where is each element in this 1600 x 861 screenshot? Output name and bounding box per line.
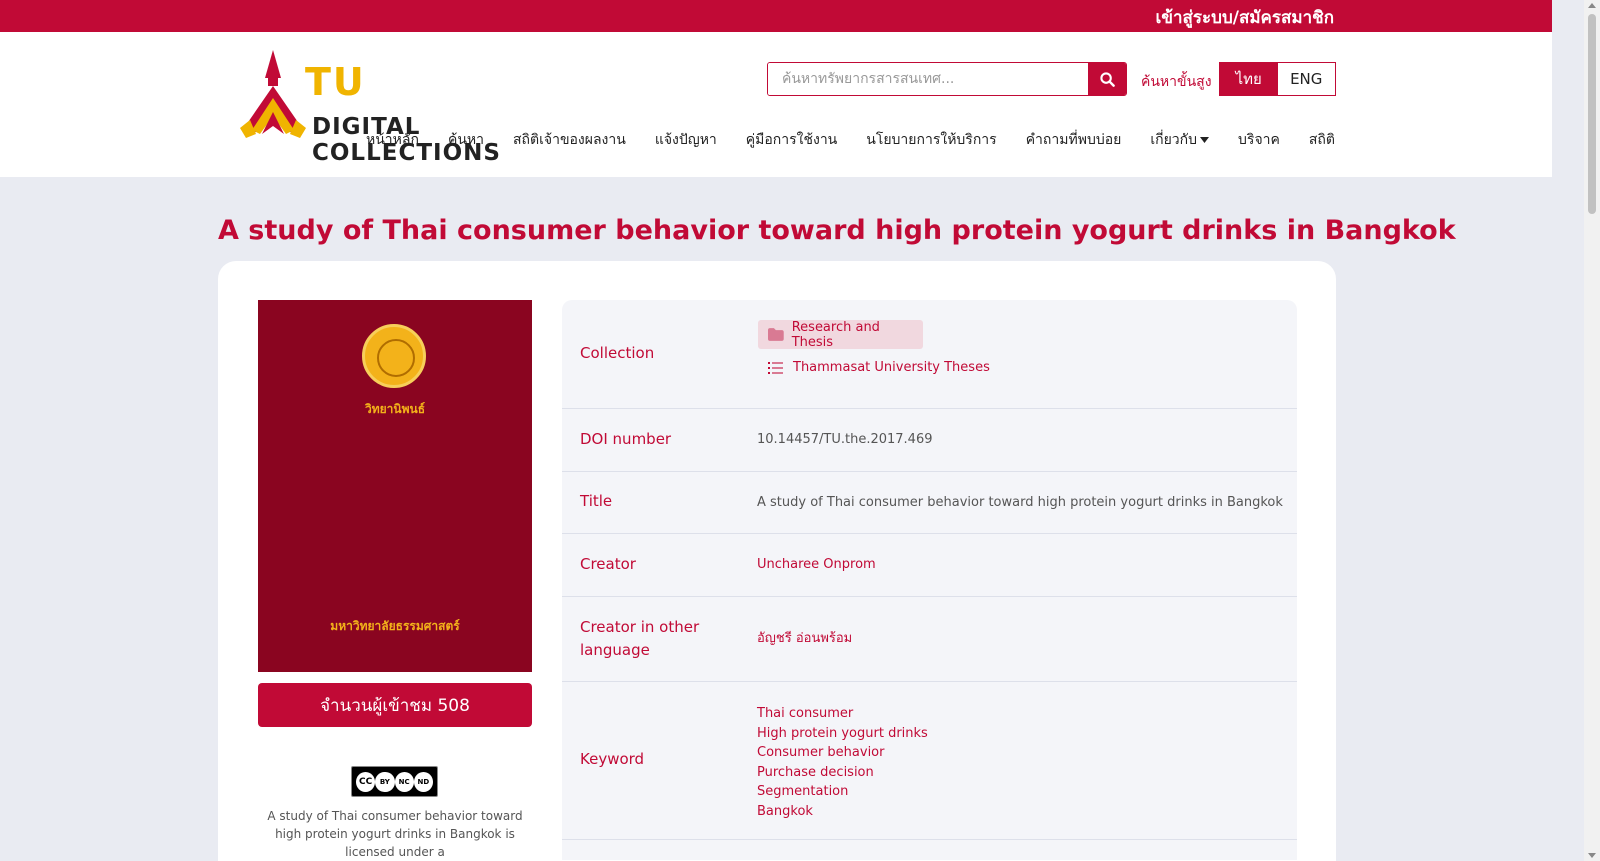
cc-nc-icon: NC	[394, 771, 414, 792]
search-input[interactable]	[768, 63, 1089, 95]
folder-icon	[768, 328, 784, 341]
metadata-label: Keyword	[580, 750, 645, 768]
nav-item-about[interactable]: เกี่ยวกับ	[1150, 129, 1210, 151]
site-logo[interactable]: TU DIGITAL COLLECTIONS	[240, 50, 570, 166]
metadata-label: Collection	[580, 344, 655, 362]
main-nav: หน้าหลัก ค้นหา สถิติเจ้าของผลงาน แจ้งปัญ…	[337, 129, 1335, 151]
list-icon	[768, 361, 783, 374]
keyword-link[interactable]: Thai consumer	[757, 704, 928, 724]
search-box	[767, 62, 1127, 96]
caret-down-icon	[1200, 137, 1210, 143]
university-seal-icon	[362, 324, 426, 388]
keyword-link[interactable]: Consumer behavior	[757, 743, 928, 763]
metadata-row-title: Title A study of Thai consumer behavior …	[562, 472, 1297, 534]
advanced-search-link[interactable]: ค้นหาขั้นสูง	[1141, 71, 1212, 93]
metadata-row-creator: Creator Uncharee Onprom	[562, 534, 1297, 597]
logo-tu-text: TU	[305, 60, 366, 104]
community-label: Research and Thesis	[791, 319, 880, 350]
scrollbar-thumb[interactable]	[1588, 14, 1596, 214]
keyword-link[interactable]: Purchase decision	[757, 763, 928, 783]
nav-item-owner-stats[interactable]: สถิติเจ้าของผลงาน	[513, 129, 626, 151]
cover-thesis-label: วิทยานิพนธ์	[364, 402, 426, 416]
tu-emblem-icon	[240, 50, 306, 138]
creative-commons-badge[interactable]: CC BY NC ND	[351, 766, 438, 797]
nav-item-home[interactable]: หน้าหลัก	[366, 129, 419, 151]
cover-university-label: มหาวิทยาลัยธรรมศาสตร์	[330, 619, 460, 633]
metadata-label: Title	[580, 492, 613, 510]
login-register-link[interactable]: เข้าสู่ระบบ/สมัครสมาชิก	[1156, 4, 1334, 31]
cc-nd-icon: ND	[413, 771, 433, 792]
cc-icon: CC	[356, 771, 376, 792]
collection-label: Thammasat University Theses	[793, 360, 990, 375]
metadata-label: DOI number	[580, 430, 672, 448]
keyword-list: Thai consumer High protein yogurt drinks…	[757, 704, 928, 822]
top-bar: เข้าสู่ระบบ/สมัครสมาชิก	[0, 0, 1552, 32]
keyword-link[interactable]: High protein yogurt drinks	[757, 724, 928, 744]
metadata-row-keyword: Keyword Thai consumer High protein yogur…	[562, 682, 1297, 840]
title-value: A study of Thai consumer behavior toward…	[757, 495, 1283, 510]
lang-thai-button[interactable]: ไทย	[1220, 63, 1278, 95]
metadata-label: Creator in other language	[580, 618, 700, 659]
scroll-up-icon[interactable]	[1588, 3, 1596, 8]
search-button[interactable]	[1088, 63, 1126, 95]
view-count-badge: จำนวนผู้เข้าชม 508	[258, 683, 532, 727]
metadata-row-collection: Collection Research and Thesis Thammasat…	[562, 300, 1297, 409]
doi-value: 10.14457/TU.the.2017.469	[757, 432, 933, 447]
metadata-row-creator-other: Creator in other language อัญชรี อ่อนพร้…	[562, 597, 1297, 682]
nav-item-manual[interactable]: คู่มือการใช้งาน	[746, 129, 837, 151]
creator-link[interactable]: Uncharee Onprom	[757, 555, 876, 575]
page-scrollbar[interactable]	[1584, 0, 1600, 861]
nav-item-donate[interactable]: บริจาค	[1238, 129, 1280, 151]
keyword-link[interactable]: Bangkok	[757, 802, 928, 822]
site-header: TU DIGITAL COLLECTIONS ค้นหาขั้นสูง ไทย …	[0, 32, 1552, 177]
keyword-link[interactable]: Segmentation	[757, 782, 928, 802]
thesis-cover-image[interactable]: วิทยานิพนธ์ มหาวิทยาลัยธรรมศาสตร์	[258, 300, 532, 672]
page-title: A study of Thai consumer behavior toward…	[218, 215, 1456, 246]
nav-item-statistics[interactable]: สถิติ	[1309, 129, 1335, 151]
cc-by-icon: BY	[375, 771, 395, 792]
creator-other-link[interactable]: อัญชรี อ่อนพร้อม	[757, 629, 852, 649]
scroll-down-icon[interactable]	[1588, 853, 1596, 858]
license-text: A study of Thai consumer behavior toward…	[267, 809, 523, 859]
community-link[interactable]: Research and Thesis	[758, 319, 923, 350]
nav-item-about-label: เกี่ยวกับ	[1150, 132, 1198, 148]
collection-link[interactable]: Thammasat University Theses	[768, 360, 990, 375]
search-icon	[1099, 71, 1115, 87]
nav-item-report-problem[interactable]: แจ้งปัญหา	[655, 129, 717, 151]
language-switcher: ไทย ENG	[1219, 62, 1336, 96]
nav-item-faq[interactable]: คำถามที่พบบ่อย	[1026, 129, 1122, 151]
metadata-row-doi: DOI number 10.14457/TU.the.2017.469	[562, 409, 1297, 472]
metadata-table: Collection Research and Thesis Thammasat…	[562, 300, 1297, 860]
nav-item-search[interactable]: ค้นหา	[448, 129, 484, 151]
metadata-label: Creator	[580, 555, 636, 573]
nav-item-policy[interactable]: นโยบายการให้บริการ	[866, 129, 996, 151]
lang-eng-button[interactable]: ENG	[1278, 63, 1336, 95]
